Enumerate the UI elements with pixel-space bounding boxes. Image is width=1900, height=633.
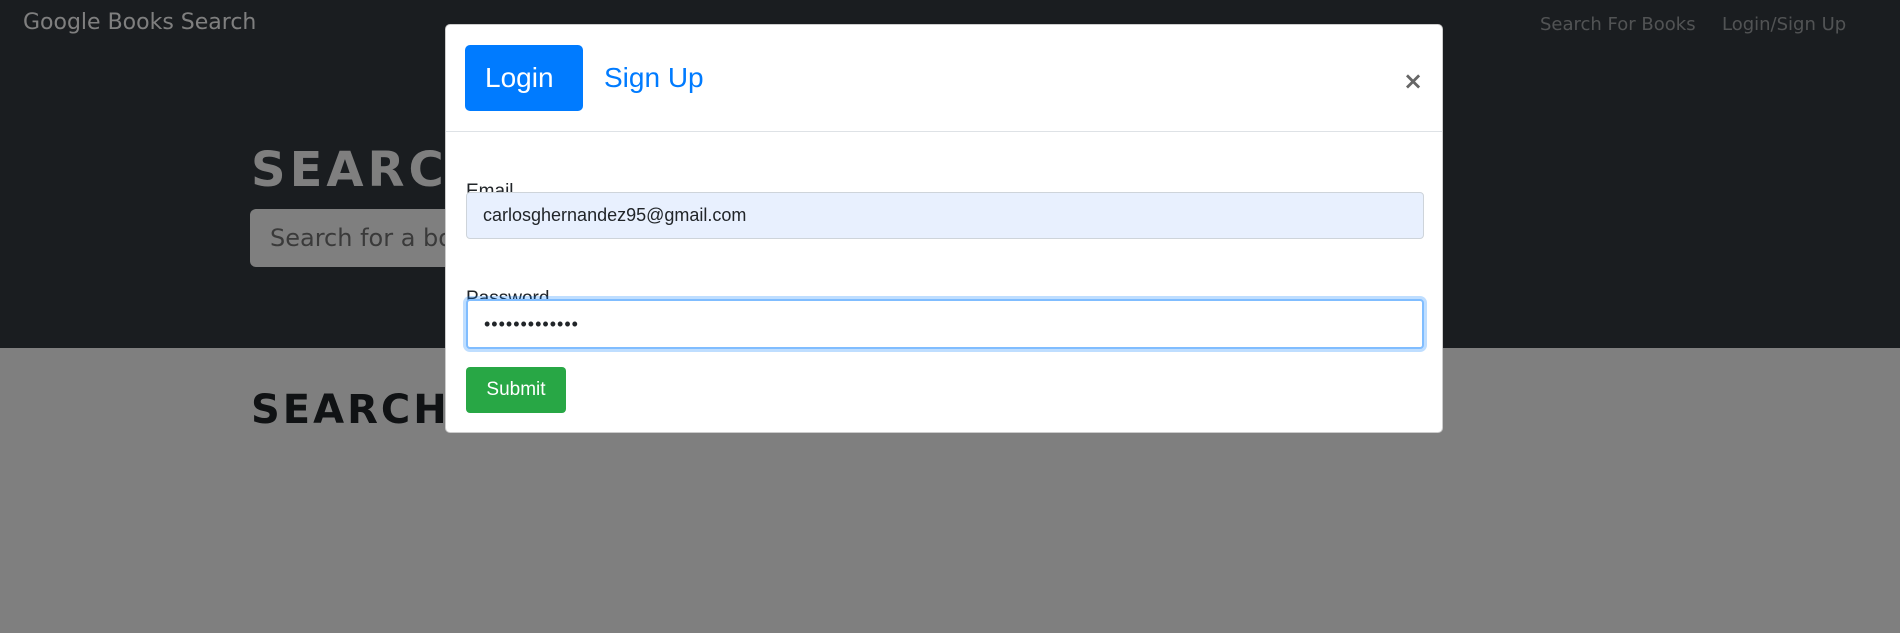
- tab-sign-up[interactable]: Sign Up: [584, 45, 724, 111]
- tab-login[interactable]: Login: [465, 45, 583, 111]
- password-field[interactable]: [466, 299, 1424, 349]
- submit-button[interactable]: Submit: [466, 367, 566, 413]
- close-icon[interactable]: ×: [1403, 69, 1423, 93]
- email-field[interactable]: [466, 192, 1424, 239]
- login-modal: Login Sign Up × Email Password Submit: [445, 24, 1443, 433]
- modal-header: Login Sign Up ×: [446, 25, 1442, 132]
